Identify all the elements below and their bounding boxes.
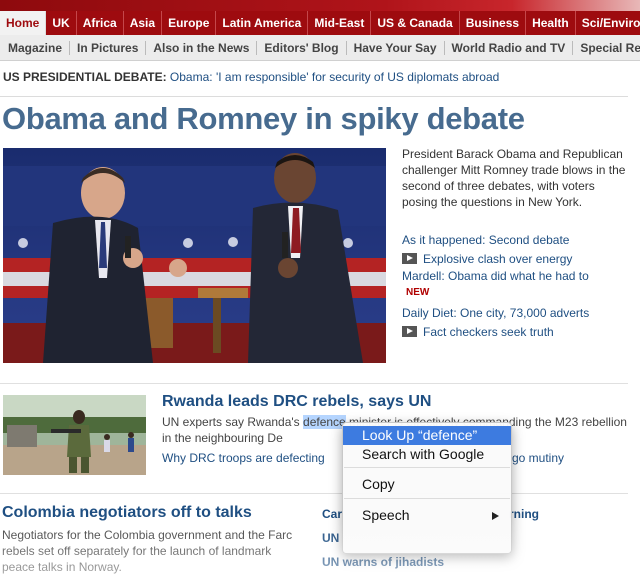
nav-asia[interactable]: Asia	[124, 11, 163, 35]
context-menu-speech-label: Speech	[362, 507, 410, 523]
nav-europe[interactable]: Europe	[162, 11, 217, 35]
debate-photo-illustration	[3, 148, 386, 363]
nav-latin-america[interactable]: Latin America	[216, 11, 309, 35]
nav-sci-environment[interactable]: Sci/Environ	[576, 11, 640, 35]
context-menu-separator	[344, 467, 510, 468]
masthead-stripe	[0, 0, 640, 11]
related-link[interactable]: Explosive clash over energy	[402, 249, 634, 268]
right-column-link[interactable]: UN warns of jihadists	[322, 555, 444, 569]
nav-us-canada[interactable]: US & Canada	[371, 11, 460, 35]
related-link-text[interactable]: Daily Diet: One city, 73,000 adverts	[402, 305, 589, 321]
video-play-icon	[402, 253, 417, 264]
right-column-headline-tail[interactable]: rning	[509, 507, 539, 521]
related-link[interactable]: Daily Diet: One city, 73,000 adverts	[402, 303, 634, 322]
context-menu-look-up[interactable]: Look Up “defence”	[343, 426, 511, 445]
right-column-link[interactable]: UN	[322, 531, 339, 545]
rwanda-link-defecting[interactable]: Why DRC troops are defecting	[162, 451, 325, 465]
related-link-text[interactable]: Fact checkers seek truth	[423, 324, 554, 340]
primary-nav-bar: Home UK Africa Asia Europe Latin America…	[0, 0, 640, 35]
divider	[0, 493, 628, 494]
new-badge: NEW	[406, 287, 430, 298]
nav-home[interactable]: Home	[0, 11, 47, 35]
divider	[0, 383, 628, 384]
context-menu-speech[interactable]: Speech	[343, 506, 511, 525]
related-link[interactable]: Fact checkers seek truth	[402, 322, 634, 341]
context-menu-search-google[interactable]: Search with Google	[343, 445, 511, 464]
nav-business[interactable]: Business	[460, 11, 527, 35]
nav-mid-east[interactable]: Mid-East	[308, 11, 372, 35]
right-column-headline[interactable]: Car	[322, 507, 342, 521]
subnav-special-reports[interactable]: Special Re	[573, 41, 640, 55]
related-link[interactable]: As it happened: Second debate	[402, 230, 634, 249]
colombia-headline[interactable]: Colombia negotiators off to talks	[2, 504, 252, 522]
nav-uk[interactable]: UK	[46, 11, 77, 35]
colombia-summary: Negotiators for the Colombia government …	[2, 528, 293, 574]
primary-nav-list: Home UK Africa Asia Europe Latin America…	[0, 11, 640, 35]
nav-health[interactable]: Health	[526, 11, 576, 35]
secondary-nav-list: Magazine In Pictures Also in the News Ed…	[0, 35, 640, 61]
context-menu: Look Up “defence” Search with Google Cop…	[342, 422, 512, 554]
subnav-world-radio-tv[interactable]: World Radio and TV	[445, 41, 574, 55]
subnav-in-pictures[interactable]: In Pictures	[70, 41, 147, 55]
secondary-nav-bar: Magazine In Pictures Also in the News Ed…	[0, 35, 640, 61]
selected-text: defence	[303, 415, 346, 429]
context-menu-copy[interactable]: Copy	[343, 475, 511, 494]
related-link-text[interactable]: Mardell: Obama did what he had to	[402, 268, 589, 284]
subnav-editors-blog[interactable]: Editors' Blog	[257, 41, 347, 55]
submenu-arrow-icon	[492, 512, 499, 520]
video-play-icon	[402, 326, 417, 337]
lead-photo[interactable]	[3, 148, 386, 363]
breaking-news-line: US PRESIDENTIAL DEBATE: Obama: 'I am res…	[3, 70, 499, 84]
related-link-text[interactable]: As it happened: Second debate	[402, 232, 569, 248]
lead-related-links: As it happened: Second debate Explosive …	[402, 230, 634, 341]
subnav-have-your-say[interactable]: Have Your Say	[347, 41, 445, 55]
lead-summary: President Barack Obama and Republican ch…	[402, 147, 626, 209]
lead-headline[interactable]: Obama and Romney in spiky debate	[2, 101, 525, 137]
divider	[0, 96, 628, 97]
subnav-magazine[interactable]: Magazine	[0, 41, 71, 55]
rwanda-photo[interactable]	[3, 395, 146, 475]
breaking-link[interactable]: Obama: 'I am responsible' for security o…	[170, 70, 499, 84]
context-menu-separator	[344, 498, 510, 499]
rwanda-link-mutiny[interactable]: go mutiny	[512, 451, 564, 465]
related-link[interactable]: Mardell: Obama did what he had to	[402, 268, 634, 303]
rwanda-photo-illustration	[3, 395, 146, 475]
nav-africa[interactable]: Africa	[77, 11, 124, 35]
rwanda-headline[interactable]: Rwanda leads DRC rebels, says UN	[162, 393, 431, 411]
subnav-also-in-the-news[interactable]: Also in the News	[146, 41, 258, 55]
breaking-label: US PRESIDENTIAL DEBATE:	[3, 70, 167, 84]
summary-text: UN experts say Rwanda's	[162, 415, 304, 429]
related-link-text[interactable]: Explosive clash over energy	[423, 251, 572, 267]
